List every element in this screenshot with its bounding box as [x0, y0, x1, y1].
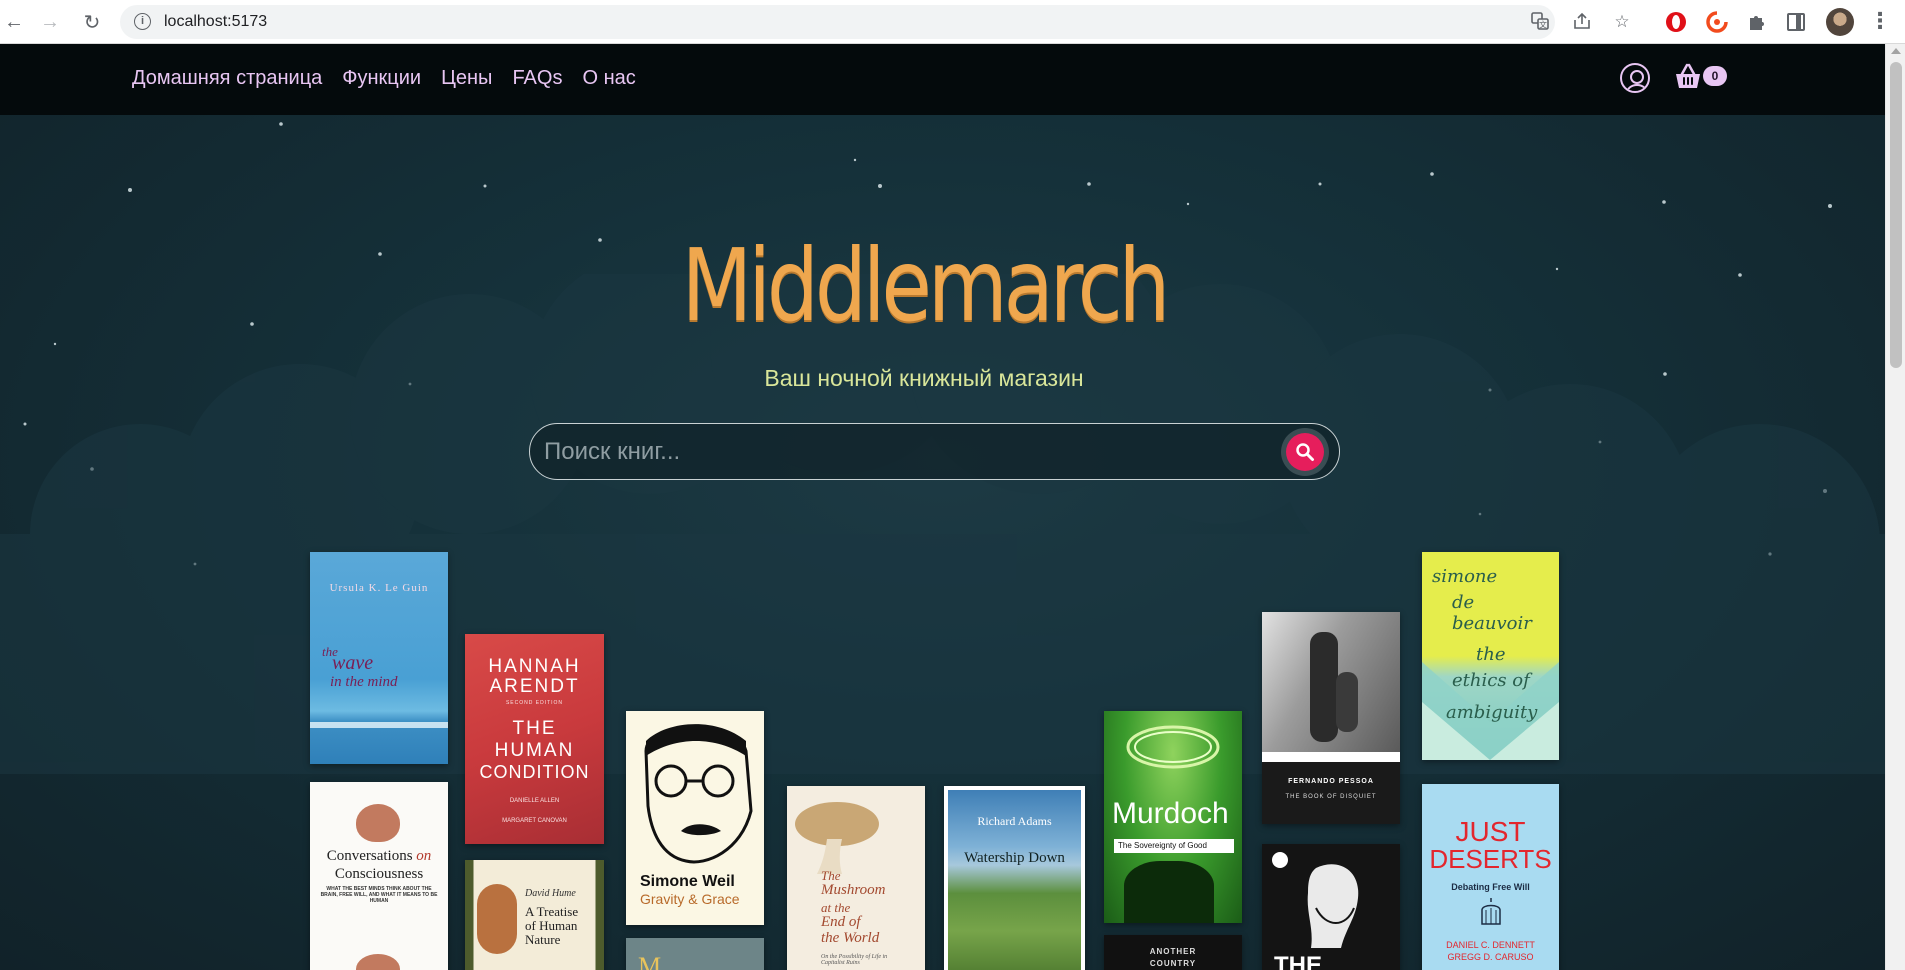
mushroom-illustration [795, 802, 879, 874]
profile-avatar[interactable] [1826, 8, 1854, 36]
browser-toolbar: ← → ↻ i localhost:5173 文 ☆ ⋮ [0, 0, 1905, 44]
site-logo: Middlemarch [681, 227, 1171, 344]
nav-links: Домашняя страница Функции Цены FAQs О на… [132, 67, 636, 90]
puzzle-icon[interactable] [1745, 10, 1769, 34]
book-cover-mushroom-at-the-end-of-the-world[interactable]: The Mushroom at the End of the World On … [787, 786, 925, 970]
book-cover-treatise-of-human-nature[interactable]: David Hume A Treatise of Human Nature [465, 860, 604, 970]
book-cover-the-wave-in-the-mind[interactable]: Ursula K. Le Guin the wave in the mind [310, 552, 448, 764]
page-scrollbar[interactable] [1885, 44, 1905, 970]
nav-link-home[interactable]: Домашняя страница [132, 67, 322, 90]
nav-link-faqs[interactable]: FAQs [512, 67, 562, 90]
kebab-menu-icon[interactable]: ⋮ [1868, 10, 1892, 34]
address-bar-url[interactable]: localhost:5173 [164, 13, 267, 31]
share-icon[interactable] [1572, 12, 1592, 32]
user-account-icon[interactable] [1620, 63, 1650, 93]
forward-icon[interactable]: → [38, 10, 62, 34]
back-icon[interactable]: ← [2, 10, 26, 34]
book-cover-the-ethics-of-ambiguity[interactable]: simone de beauvoir the ethics of ambigui… [1422, 552, 1559, 760]
book-cover-the-book-of-disquiet[interactable]: FERNANDO PESSOA THE BOOK OF DISQUIET [1262, 612, 1400, 824]
nav-link-about[interactable]: О нас [582, 67, 635, 90]
svg-text:文: 文 [1539, 20, 1547, 30]
page-viewport: Домашняя страница Функции Цены FAQs О на… [0, 44, 1885, 970]
portrait-illustration [477, 884, 517, 954]
opera-extension-icon[interactable] [1664, 10, 1688, 34]
book-cover-the-human-condition[interactable]: HANNAH ARENDT SECOND EDITION THE HUMAN C… [465, 634, 604, 844]
reload-icon[interactable]: ↻ [80, 10, 104, 34]
search-input[interactable] [544, 435, 1224, 469]
top-navigation: Домашняя страница Функции Цены FAQs О на… [0, 44, 1885, 115]
book-cover-the[interactable]: THE [1262, 844, 1400, 970]
search-button[interactable] [1281, 428, 1329, 476]
scrollbar-thumb[interactable] [1890, 62, 1902, 368]
bookmark-star-icon[interactable]: ☆ [1612, 12, 1632, 32]
site-tagline: Ваш ночной книжный магазин [764, 365, 1084, 391]
cart-count-badge: 0 [1703, 66, 1727, 86]
address-bar[interactable]: i localhost:5173 文 ☆ [120, 5, 1630, 39]
side-panel-icon[interactable] [1787, 13, 1805, 31]
scroll-up-arrow-icon[interactable] [1891, 48, 1901, 54]
shopping-basket-icon[interactable] [1673, 62, 1703, 92]
extension-icon[interactable] [1705, 10, 1729, 34]
book-cover-gravity-and-grace[interactable]: Simone Weil Gravity & Grace [626, 711, 764, 925]
nav-link-pricing[interactable]: Цены [441, 67, 492, 90]
book-search-bar [529, 423, 1340, 480]
birdcage-icon [1481, 898, 1501, 925]
search-icon [1286, 433, 1324, 471]
book-cover-just-deserts[interactable]: JUST DESERTS Debating Free Will DANIEL C… [1422, 784, 1559, 970]
book-cover-watership-down[interactable]: Richard Adams Watership Down [944, 786, 1085, 970]
book-cover-conversations-on-consciousness[interactable]: Conversations on Consciousness WHAT THE … [310, 782, 448, 970]
nav-link-features[interactable]: Функции [342, 67, 421, 90]
photograph [1262, 612, 1400, 752]
bust-illustration [1307, 864, 1359, 948]
brain-illustration [356, 804, 400, 842]
translate-icon[interactable]: 文 [1530, 12, 1550, 32]
book-cover-the-sovereignty-of-good[interactable]: Murdoch The Sovereignty of Good [1104, 711, 1242, 923]
book-cover-another-country[interactable]: ANOTHER COUNTRY [1104, 935, 1242, 970]
halo-illustration [1126, 725, 1220, 769]
book-cover-partial[interactable]: M [626, 938, 764, 970]
portrait-illustration [644, 724, 753, 864]
site-info-icon[interactable]: i [134, 13, 151, 30]
cloud-silhouette [0, 274, 1885, 774]
